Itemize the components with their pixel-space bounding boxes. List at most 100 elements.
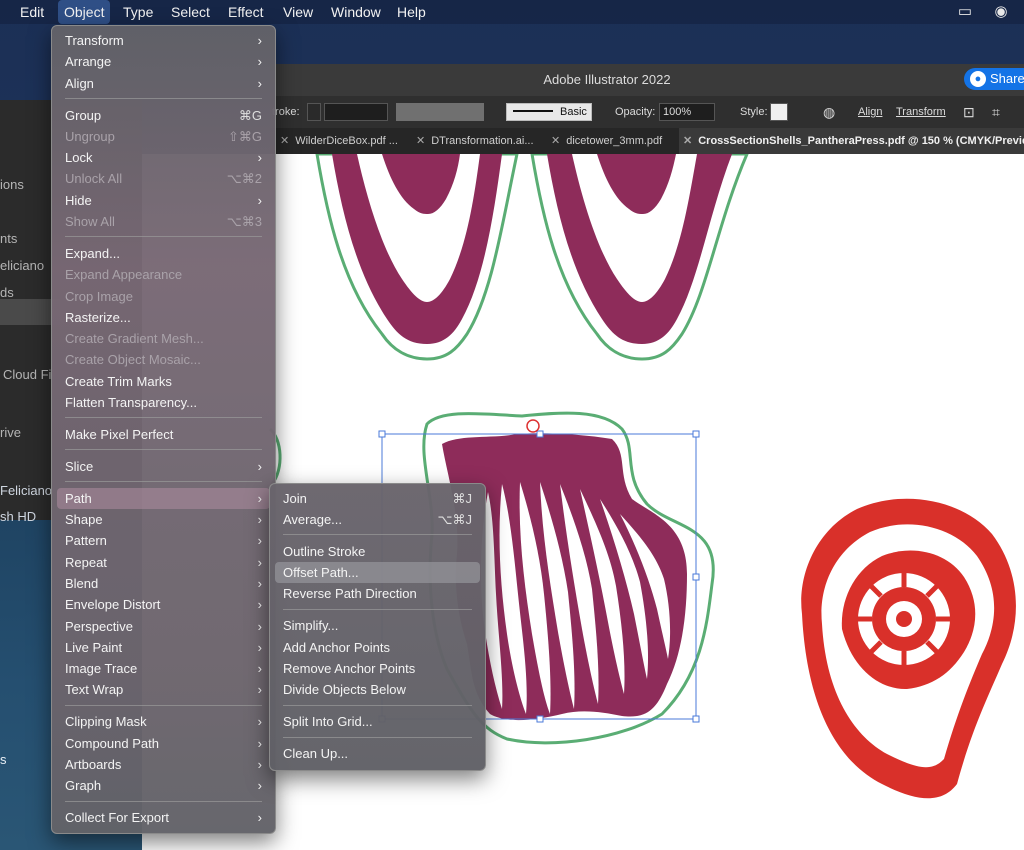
menu-item-split-into-grid[interactable]: Split Into Grid... xyxy=(275,711,480,732)
menu-type[interactable]: Type xyxy=(117,0,159,24)
menu-object[interactable]: Object xyxy=(58,0,111,24)
menu-separator xyxy=(65,449,262,450)
desktop-item[interactable]: Feliciano xyxy=(0,483,52,498)
finder-item[interactable]: eliciano xyxy=(0,258,44,273)
menu-item-flatten-transparency[interactable]: Flatten Transparency... xyxy=(57,392,270,413)
menu-item-hide[interactable]: Hide › xyxy=(57,190,270,211)
menu-item-divide-objects-below[interactable]: Divide Objects Below xyxy=(275,679,480,700)
menu-item-image-trace[interactable]: Image Trace › xyxy=(57,658,270,679)
tab-dtransformation[interactable]: ✕ DTransformation.ai... xyxy=(416,128,548,154)
menu-item-artboards[interactable]: Artboards › xyxy=(57,754,270,775)
tab-wilderdicebox[interactable]: ✕ WilderDiceBox.pdf ... xyxy=(280,128,404,154)
menu-item-transform[interactable]: Transform › xyxy=(57,30,270,51)
menu-item-simplify[interactable]: Simplify... xyxy=(275,615,480,636)
menu-item-compound-path[interactable]: Compound Path › xyxy=(57,733,270,754)
menu-item-arrange[interactable]: Arrange › xyxy=(57,51,270,72)
menu-item-envelope-distort[interactable]: Envelope Distort › xyxy=(57,594,270,615)
share-button[interactable]: ● Share xyxy=(964,68,1024,90)
menu-item-path[interactable]: Path › xyxy=(57,488,270,509)
tab-label: CrossSectionShells_PantheraPress.pdf @ 1… xyxy=(698,135,1024,147)
variable-width-profile[interactable] xyxy=(396,103,484,121)
desktop-item[interactable]: s xyxy=(0,752,7,767)
isolate-icon[interactable]: ⊡ xyxy=(963,96,975,128)
close-icon[interactable]: ✕ xyxy=(683,135,692,147)
menu-item-create-trim-marks[interactable]: Create Trim Marks xyxy=(57,371,270,392)
shortcut-label: ⌥⌘3 xyxy=(226,214,262,229)
transform-again-icon[interactable]: ⌗ xyxy=(992,96,1000,128)
menu-item-label: Unlock All xyxy=(65,171,123,186)
menu-item-label: Align xyxy=(65,76,94,91)
close-icon[interactable]: ✕ xyxy=(280,135,289,147)
menu-separator xyxy=(65,236,262,237)
menu-item-label: Image Trace xyxy=(65,661,138,676)
menu-item-label: Collect For Export xyxy=(65,810,170,825)
menu-item-expand[interactable]: Expand... xyxy=(57,243,270,264)
graphic-style-swatch[interactable] xyxy=(770,103,788,121)
stroke-label: troke: xyxy=(272,106,300,118)
menu-select[interactable]: Select xyxy=(165,0,216,24)
recolor-icon[interactable]: ◍ xyxy=(823,96,835,128)
screen-mirroring-icon[interactable]: ▭ xyxy=(956,3,974,21)
close-icon[interactable]: ✕ xyxy=(551,135,560,147)
menu-item-clean-up[interactable]: Clean Up... xyxy=(275,743,480,764)
menu-separator xyxy=(65,98,262,99)
menu-view[interactable]: View xyxy=(277,0,319,24)
menu-item-collect-for-export[interactable]: Collect For Export › xyxy=(57,807,270,828)
chevron-right-icon: › xyxy=(257,778,262,793)
menu-item-join[interactable]: Join ⌘J xyxy=(275,488,480,509)
menu-item-average[interactable]: Average... ⌥⌘J xyxy=(275,509,480,530)
creative-cloud-icon[interactable]: ◉ xyxy=(992,3,1010,21)
finder-item[interactable]: rive xyxy=(0,425,21,440)
stroke-stepper[interactable] xyxy=(307,103,321,121)
menu-item-rasterize[interactable]: Rasterize... xyxy=(57,307,270,328)
menu-effect[interactable]: Effect xyxy=(222,0,270,24)
menu-item-lock[interactable]: Lock › xyxy=(57,147,270,168)
menu-item-label: Simplify... xyxy=(283,618,339,633)
tab-dicetower[interactable]: ✕ dicetower_3mm.pdf xyxy=(551,128,677,154)
menu-item-label: Crop Image xyxy=(65,289,133,304)
menu-edit[interactable]: Edit xyxy=(14,0,50,24)
finder-item[interactable]: ions xyxy=(0,177,24,192)
transform-link[interactable]: Transform xyxy=(896,96,946,128)
finder-item[interactable]: ds xyxy=(0,285,14,300)
menu-item-pattern[interactable]: Pattern › xyxy=(57,530,270,551)
menu-item-blend[interactable]: Blend › xyxy=(57,573,270,594)
menu-item-slice[interactable]: Slice › xyxy=(57,456,270,477)
menu-item-shape[interactable]: Shape › xyxy=(57,509,270,530)
menu-item-clipping-mask[interactable]: Clipping Mask › xyxy=(57,711,270,732)
menu-item-label: Outline Stroke xyxy=(283,544,366,559)
menu-item-live-paint[interactable]: Live Paint › xyxy=(57,637,270,658)
menu-help[interactable]: Help xyxy=(391,0,432,24)
style-label: Style: xyxy=(740,106,768,118)
finder-item[interactable]: nts xyxy=(0,231,17,246)
menu-window[interactable]: Window xyxy=(325,0,387,24)
menu-separator xyxy=(283,705,472,706)
menu-item-make-pixel-perfect[interactable]: Make Pixel Perfect xyxy=(57,424,270,445)
top-shell-left[interactable] xyxy=(315,154,519,361)
menu-item-reverse-path-direction[interactable]: Reverse Path Direction xyxy=(275,583,480,604)
top-shell-right[interactable] xyxy=(530,154,749,361)
menu-item-repeat[interactable]: Repeat › xyxy=(57,552,270,573)
menu-item-group[interactable]: Group ⌘G xyxy=(57,105,270,126)
close-icon[interactable]: ✕ xyxy=(416,135,425,147)
menu-item-graph[interactable]: Graph › xyxy=(57,775,270,796)
finder-item[interactable]: Cloud Fi xyxy=(3,367,51,382)
menu-item-text-wrap[interactable]: Text Wrap › xyxy=(57,679,270,700)
menu-item-add-anchor-points[interactable]: Add Anchor Points xyxy=(275,637,480,658)
menu-item-align[interactable]: Align › xyxy=(57,73,270,94)
menu-item-ungroup: Ungroup ⇧⌘G xyxy=(57,126,270,147)
nautilus-shell[interactable] xyxy=(801,498,1016,799)
menu-item-outline-stroke[interactable]: Outline Stroke xyxy=(275,541,480,562)
chevron-right-icon: › xyxy=(257,661,262,676)
menu-item-perspective[interactable]: Perspective › xyxy=(57,616,270,637)
tab-label: DTransformation.ai... xyxy=(431,135,534,147)
desktop-item[interactable]: sh HD xyxy=(0,509,36,524)
menu-item-label: Compound Path xyxy=(65,736,159,751)
menu-separator xyxy=(283,534,472,535)
align-link[interactable]: Align xyxy=(858,96,882,128)
menu-bar: Edit Object Type Select Effect View Wind… xyxy=(0,0,1024,24)
stroke-weight-field[interactable] xyxy=(324,103,388,121)
menu-item-remove-anchor-points[interactable]: Remove Anchor Points xyxy=(275,658,480,679)
menu-item-offset-path[interactable]: Offset Path... xyxy=(275,562,480,583)
tab-crosssectionshells[interactable]: ✕ CrossSectionShells_PantheraPress.pdf @ … xyxy=(679,128,1024,154)
